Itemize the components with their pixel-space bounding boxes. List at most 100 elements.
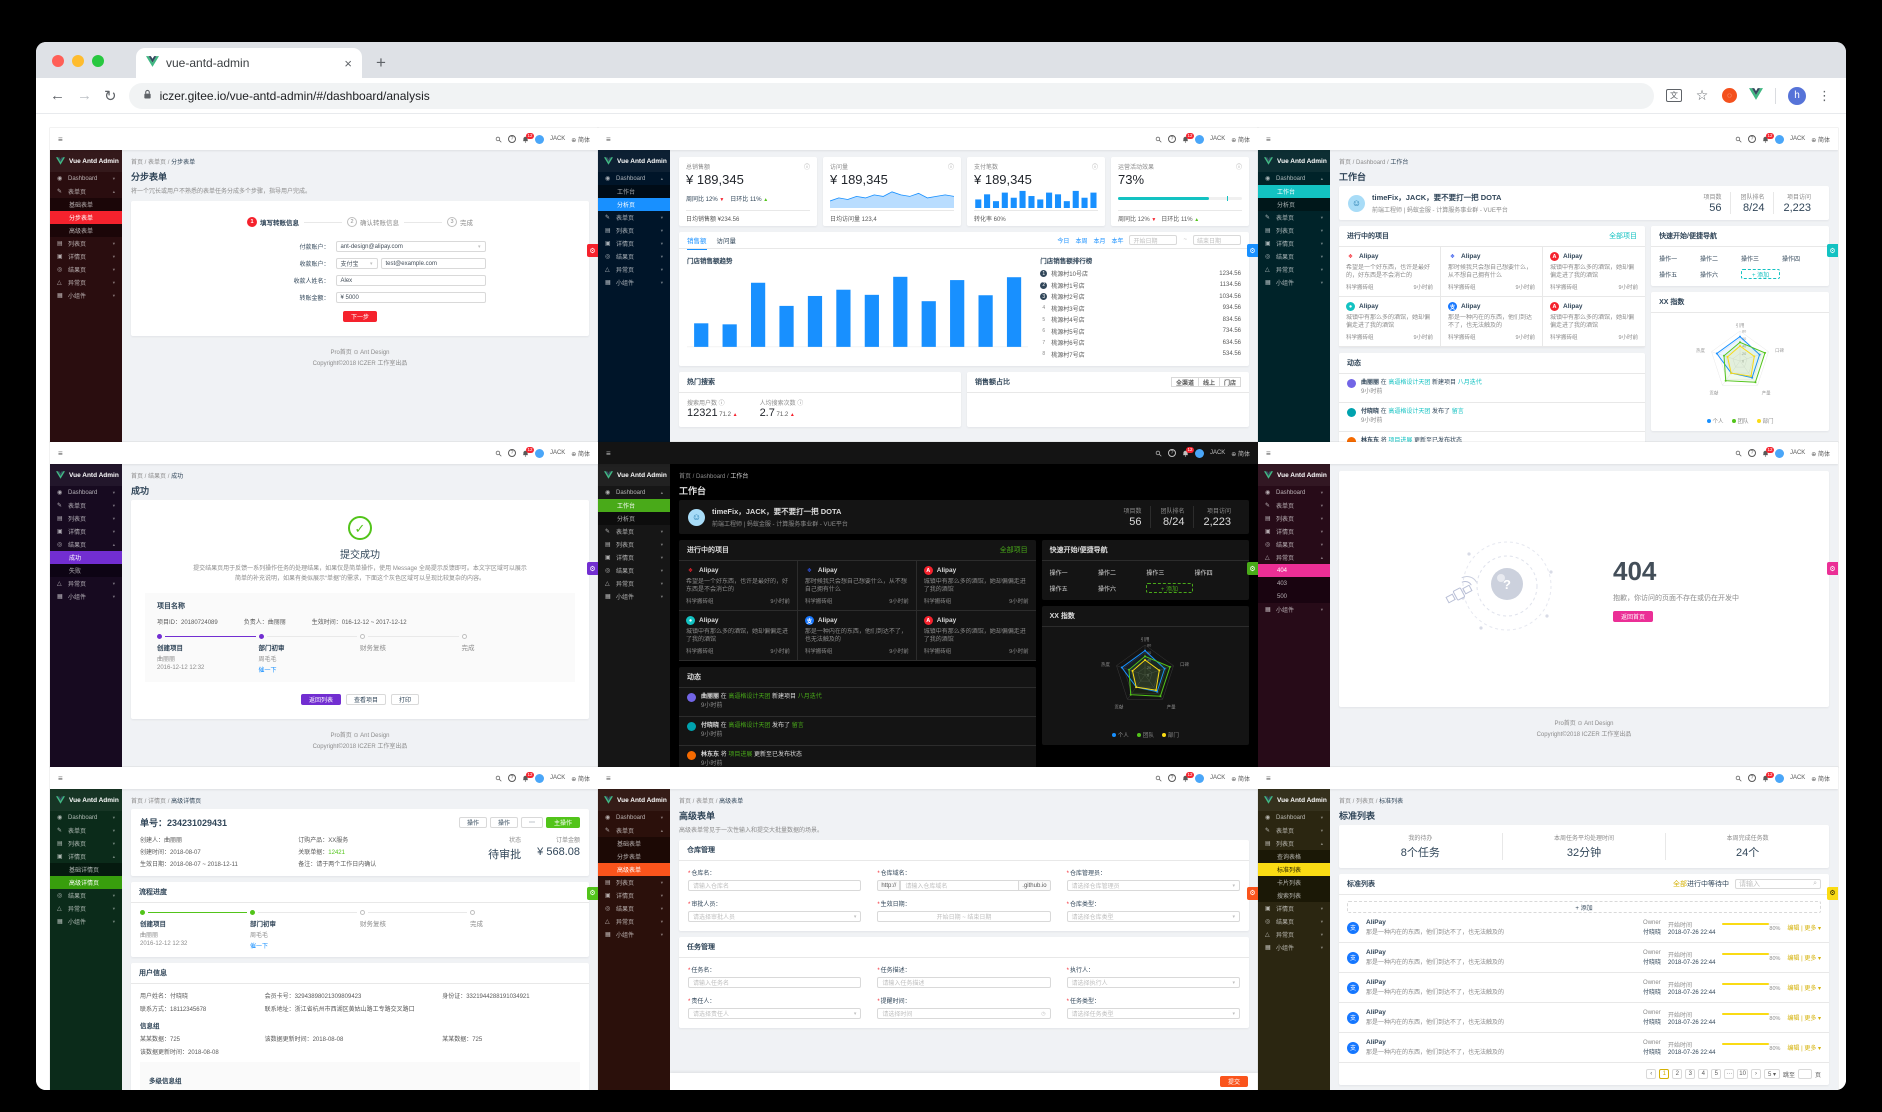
sidebar-item-Dashboard[interactable]: ◉ Dashboard ▴ bbox=[1258, 172, 1330, 185]
sidebar-item-小组件[interactable]: ▦ 小组件 ▾ bbox=[1258, 941, 1330, 954]
sidebar-subitem-403[interactable]: 403 bbox=[1258, 577, 1330, 590]
notification-bell-icon[interactable]: 12 bbox=[522, 132, 534, 143]
all-projects-link[interactable]: 全部项目 bbox=[1000, 545, 1028, 555]
sidebar-item-表单页[interactable]: ✎ 表单页 ▾ bbox=[598, 211, 670, 224]
legend-部门[interactable]: 部门 bbox=[1161, 731, 1179, 739]
sidebar-collapse-icon[interactable]: ≡ bbox=[1266, 774, 1271, 783]
search-icon[interactable] bbox=[1155, 450, 1162, 457]
sidebar-item-结果页[interactable]: ◎ 结果页 ▾ bbox=[1258, 538, 1330, 551]
sidebar-collapse-icon[interactable]: ≡ bbox=[58, 774, 63, 783]
project-group[interactable]: 科学搬砖组 bbox=[805, 647, 833, 655]
sidebar-item-异常页[interactable]: △ 异常页 ▾ bbox=[598, 577, 670, 590]
sidebar-item-小组件[interactable]: ▦ 小组件 ▾ bbox=[598, 590, 670, 603]
sidebar-item-详情页[interactable]: ▣ 详情页 ▾ bbox=[1258, 525, 1330, 538]
language-selector[interactable]: ⊕ 简体 bbox=[1231, 774, 1250, 783]
field-input[interactable]: Alex bbox=[335, 275, 486, 286]
language-selector[interactable]: ⊕ 简体 bbox=[1811, 449, 1830, 458]
notification-bell-icon[interactable]: 12 bbox=[1182, 132, 1194, 143]
sidebar-item-异常页[interactable]: △ 异常页 ▾ bbox=[50, 276, 122, 289]
date-start-input[interactable]: 开始日期 bbox=[1129, 235, 1178, 245]
field-input[interactable]: 请选择审批人员 ▾ bbox=[688, 911, 862, 922]
theme-settings-button[interactable]: ⚙ bbox=[587, 562, 598, 576]
window-maximize-button[interactable] bbox=[92, 55, 104, 67]
sidebar-collapse-icon[interactable]: ≡ bbox=[606, 135, 611, 144]
tab-close-icon[interactable]: × bbox=[344, 56, 352, 71]
sidebar-subitem-卡片列表[interactable]: 卡片列表 bbox=[1258, 876, 1330, 889]
github-icon[interactable]: ⊙ bbox=[352, 733, 360, 739]
activity-link[interactable]: 高逼格设计天团 bbox=[1388, 409, 1430, 415]
field-input[interactable]: 请选择执行人 ▾ bbox=[1066, 977, 1240, 988]
search-icon[interactable] bbox=[495, 775, 502, 782]
search-icon[interactable] bbox=[495, 450, 502, 457]
page-10[interactable]: 10 bbox=[1737, 1069, 1748, 1079]
activity-user[interactable]: 林东东 bbox=[701, 752, 721, 758]
sidebar-subitem-404[interactable]: 404 bbox=[1258, 564, 1330, 577]
range-本年[interactable]: 本年 bbox=[1111, 236, 1123, 245]
activity-link[interactable]: 八月迭代 bbox=[798, 694, 822, 700]
vue-devtools-icon[interactable] bbox=[1749, 87, 1763, 105]
sidebar-subitem-工作台[interactable]: 工作台 bbox=[598, 499, 670, 512]
quick-add-button[interactable]: + 添加 bbox=[1741, 269, 1781, 279]
reload-icon[interactable]: ↻ bbox=[104, 87, 117, 105]
sidebar-item-Dashboard[interactable]: ◉ Dashboard ▾ bbox=[1258, 811, 1330, 824]
range-本周[interactable]: 本周 bbox=[1075, 236, 1087, 245]
language-selector[interactable]: ⊕ 简体 bbox=[1231, 135, 1250, 144]
sidebar-item-结果页[interactable]: ◎ 结果页 ▾ bbox=[598, 902, 670, 915]
notification-bell-icon[interactable]: 12 bbox=[1762, 446, 1774, 457]
breadcrumb-item[interactable]: 列表页 bbox=[1356, 799, 1374, 805]
field-input[interactable]: 请选择仓库类型 ▾ bbox=[1066, 911, 1240, 922]
extension-icon[interactable]: ◌ bbox=[1722, 88, 1737, 103]
step-sub[interactable]: 催一下 bbox=[259, 665, 361, 674]
window-minimize-button[interactable] bbox=[72, 55, 84, 67]
sidebar-collapse-icon[interactable]: ≡ bbox=[1266, 449, 1271, 458]
sidebar-item-异常页[interactable]: △ 异常页 ▾ bbox=[50, 902, 122, 915]
sidebar-item-详情页[interactable]: ▣ 详情页 ▾ bbox=[50, 250, 122, 263]
breadcrumb-item[interactable]: 首页 bbox=[679, 474, 691, 480]
row-title[interactable]: AliPay bbox=[1366, 979, 1636, 986]
notification-bell-icon[interactable]: 12 bbox=[1762, 132, 1774, 143]
account-input[interactable]: test@example.com bbox=[380, 258, 486, 269]
breadcrumb-item[interactable]: 首页 bbox=[131, 474, 143, 480]
sidebar-item-Dashboard[interactable]: ◉ Dashboard ▾ bbox=[50, 811, 122, 824]
help-icon[interactable]: ? bbox=[1747, 774, 1756, 782]
page-prev-icon[interactable]: ‹ bbox=[1646, 1069, 1657, 1079]
sidebar-item-详情页[interactable]: ▣ 详情页 ▴ bbox=[50, 850, 122, 863]
forward-icon[interactable]: → bbox=[77, 87, 92, 104]
notification-bell-icon[interactable]: 12 bbox=[1182, 771, 1194, 782]
sidebar-item-Dashboard[interactable]: ◉ Dashboard ▾ bbox=[50, 172, 122, 185]
quick-op-操作三[interactable]: 操作三 bbox=[1741, 254, 1780, 263]
notification-bell-icon[interactable]: 12 bbox=[522, 771, 534, 782]
quick-op-操作二[interactable]: 操作二 bbox=[1700, 254, 1739, 263]
sidebar-item-小组件[interactable]: ▦ 小组件 ▾ bbox=[50, 289, 122, 302]
page-size-select[interactable]: 5 ▾ bbox=[1763, 1069, 1780, 1079]
tab-访问量[interactable]: 访问量 bbox=[717, 231, 737, 249]
sidebar-collapse-icon[interactable]: ≡ bbox=[606, 774, 611, 783]
filter-等待中[interactable]: 等待中 bbox=[1708, 879, 1729, 889]
project-group[interactable]: 科学搬砖组 bbox=[1448, 283, 1476, 291]
sidebar-collapse-icon[interactable]: ≡ bbox=[1266, 135, 1271, 144]
project-group[interactable]: 科学搬砖组 bbox=[1550, 283, 1578, 291]
field-input[interactable]: 请选择责任人 ▾ bbox=[688, 1008, 862, 1019]
project-tile[interactable]: ❖ Alipay 希望是一个好东西，也许是最好的，好东西是不会消亡的 科学搬砖组 9小时… bbox=[679, 561, 798, 611]
footer-link-pro[interactable]: Pro首页 bbox=[330, 733, 351, 739]
theme-settings-button[interactable]: ⚙ bbox=[1827, 886, 1838, 900]
project-tile[interactable]: A Alipay 城镇中有那么多的酒馆，她却偏偏走进了我的酒馆 科学搬砖组 9小时前 bbox=[1543, 247, 1646, 297]
project-tile[interactable]: 支 Alipay 那是一种内在的东西，他们到达不了，也无法触及的 科学搬砖组 9小时前 bbox=[1441, 297, 1544, 347]
legend-个人[interactable]: 个人 bbox=[1706, 417, 1724, 425]
sidebar-item-结果页[interactable]: ◎ 结果页 ▾ bbox=[50, 263, 122, 276]
quick-op-操作二[interactable]: 操作二 bbox=[1098, 568, 1144, 577]
language-selector[interactable]: ⊕ 简体 bbox=[1811, 135, 1830, 144]
sidebar-item-Dashboard[interactable]: ◉ Dashboard ▾ bbox=[1258, 486, 1330, 499]
sidebar-subitem-分析页[interactable]: 分析页 bbox=[598, 512, 670, 525]
sidebar-subitem-搜索列表[interactable]: 搜索列表 bbox=[1258, 889, 1330, 902]
row-title[interactable]: AliPay bbox=[1366, 1009, 1636, 1016]
step-sub[interactable]: 催一下 bbox=[250, 941, 360, 950]
sidebar-subitem-500[interactable]: 500 bbox=[1258, 590, 1330, 603]
address-bar[interactable]: iczer.gitee.io/vue-antd-admin/#/dashboar… bbox=[128, 82, 1654, 109]
project-tile[interactable]: A Alipay 城镇中有那么多的酒馆，她却偏偏走进了我的酒馆 科学搬砖组 9小时前 bbox=[916, 611, 1036, 661]
help-icon[interactable]: ? bbox=[507, 774, 516, 782]
breadcrumb-item[interactable]: Dashboard bbox=[1356, 160, 1385, 166]
sidebar-item-表单页[interactable]: ✎ 表单页 ▾ bbox=[598, 525, 670, 538]
theme-settings-button[interactable]: ⚙ bbox=[1827, 562, 1838, 576]
theme-settings-button[interactable]: ⚙ bbox=[587, 244, 598, 258]
